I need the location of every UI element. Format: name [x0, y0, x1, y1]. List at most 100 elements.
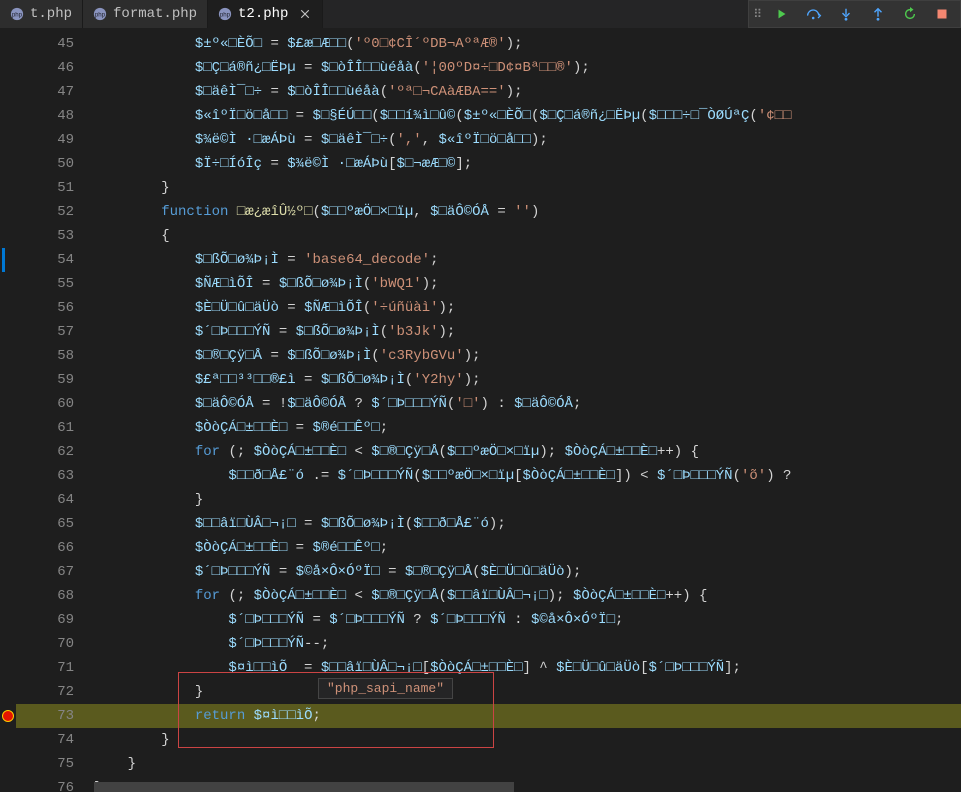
line-number: 61	[16, 416, 88, 440]
token-var: $£ª□□³³□□®£ì	[195, 372, 296, 388]
token-str: '¦00ºD¤÷□D¢¤Bª□□®'	[422, 60, 573, 76]
line-number: 76	[16, 776, 88, 792]
scrollbar-thumb[interactable]	[94, 782, 514, 792]
line-number: 56	[16, 296, 88, 320]
token-kw: for	[195, 444, 220, 460]
step-over-button[interactable]	[800, 3, 828, 25]
code-line[interactable]: }	[88, 680, 961, 704]
code-line[interactable]: $□®□Çÿ□Å = $□ßÕ□ø¾Þ¡Ì('c3RybGVu');	[88, 344, 961, 368]
token-var: $□®□Çÿ□Å	[371, 444, 438, 460]
code-line[interactable]: $□Ç□á®ñ¿□ËÞµ = $□òÎÎ□□ùéåà('¦00ºD¤÷□D¢¤B…	[88, 56, 961, 80]
svg-text:php: php	[12, 12, 23, 19]
token-pun: );	[439, 324, 456, 340]
code-line[interactable]: for (; $ÒòÇÁ□±□□È□ < $□®□Çÿ□Å($□□âï□ÙÂ□¬…	[88, 584, 961, 608]
code-line[interactable]: {	[88, 224, 961, 248]
token-var: $´□Þ□□□ÝÑ	[329, 612, 405, 628]
token-var: $ÒòÇÁ□±□□È□	[195, 540, 287, 556]
token-pun: [	[640, 660, 648, 676]
token-pun: (	[455, 108, 463, 124]
stop-button[interactable]	[928, 3, 956, 25]
token-var: $□®□Çÿ□Å	[371, 588, 438, 604]
line-number: 72	[16, 680, 88, 704]
code-line[interactable]: $ÑÆ□ìÕÎ = $□ßÕ□ø¾Þ¡Ì('bWQ1');	[88, 272, 961, 296]
token-var: $ÒòÇÁ□±□□È□	[573, 588, 665, 604]
code-line[interactable]: $¾ë©Ì ·□æÁÞù = $□äêÌ¯□÷(',', $«îºÏ□ö□å□□…	[88, 128, 961, 152]
code-line[interactable]: $□äÔ©ÓÅ = !$□äÔ©ÓÅ ? $´□Þ□□□ÝÑ('□') : $□…	[88, 392, 961, 416]
line-number: 62	[16, 440, 88, 464]
code-line[interactable]: }	[88, 752, 961, 776]
code-line[interactable]: $«îºÏ□ö□å□□ = $□§ÉÚ□□($□□í¾ì□û©($±º«□ÈÕ□…	[88, 104, 961, 128]
token-pun: (	[439, 444, 447, 460]
code-line[interactable]: $ÒòÇÁ□±□□È□ = $®é□□Êº□;	[88, 416, 961, 440]
code-line[interactable]: $¤ì□□ìÕ = $□□âï□ÙÂ□¬¡□[$ÒòÇÁ□±□□È□] ^ $È…	[88, 656, 961, 680]
token-pun: =	[296, 372, 321, 388]
line-number-gutter: 4546474849505152535455565758596061626364…	[16, 28, 88, 782]
code-line[interactable]: }	[88, 176, 961, 200]
code-line[interactable]: $±º«□ÈÕ□ = $£æ□Æ□□('º0□¢CÎ´ºDB¬AºªÆ®');	[88, 32, 961, 56]
php-file-icon: php	[93, 7, 107, 21]
token-var: $È□Ü□û□äÜò	[556, 660, 640, 676]
step-into-button[interactable]	[832, 3, 860, 25]
token-pun: {	[161, 228, 169, 244]
token-var: $□ßÕ□ø¾Þ¡Ì	[195, 252, 279, 268]
code-line[interactable]: $□ßÕ□ø¾Þ¡Ì = 'base64_decode';	[88, 248, 961, 272]
token-str: ','	[397, 132, 422, 148]
code-line[interactable]: $´□Þ□□□ÝÑ--;	[88, 632, 961, 656]
token-var: $ÒòÇÁ□±□□È□	[430, 660, 522, 676]
token-str: ''	[514, 204, 531, 220]
code-line[interactable]: $È□Ü□û□äÜò = $ÑÆ□ìÕÎ('÷úñüàì');	[88, 296, 961, 320]
tab-format-php[interactable]: php format.php	[83, 0, 208, 28]
line-number: 50	[16, 152, 88, 176]
tab-t-php[interactable]: php t.php	[0, 0, 83, 28]
token-var: $□ßÕ□ø¾Þ¡Ì	[279, 276, 363, 292]
code-line[interactable]: return $¤ì□□ìÕ;	[88, 704, 961, 728]
code-line[interactable]: $´□Þ□□□ÝÑ = $©å×Ô×ÓºÏ□ = $□®□Çÿ□Å($È□Ü□û…	[88, 560, 961, 584]
token-var: $□®□Çÿ□Å	[195, 348, 262, 364]
restart-button[interactable]	[896, 3, 924, 25]
code-editor[interactable]: 4546474849505152535455565758596061626364…	[0, 28, 961, 782]
token-pun: );	[539, 444, 564, 460]
token-pun: ;	[573, 396, 581, 412]
code-line[interactable]: function □æ¿æîÛ½º□($□□ºæÖ□×□ïµ, $□äÔ©ÓÅ …	[88, 200, 961, 224]
code-line[interactable]: $´□Þ□□□ÝÑ = $´□Þ□□□ÝÑ ? $´□Þ□□□ÝÑ : $©å×…	[88, 608, 961, 632]
code-line[interactable]: $´□Þ□□□ÝÑ = $□ßÕ□ø¾Þ¡Ì('b3Jk');	[88, 320, 961, 344]
code-area[interactable]: "php_sapi_name" $±º«□ÈÕ□ = $£æ□Æ□□('º0□¢…	[88, 28, 961, 782]
token-var: $´□Þ□□□ÝÑ	[195, 324, 271, 340]
code-line[interactable]: $□□âï□ÙÂ□¬¡□ = $□ßÕ□ø¾Þ¡Ì($□□ð□Å£¨ó);	[88, 512, 961, 536]
token-pun: ++) {	[665, 588, 707, 604]
token-pun: );	[531, 132, 548, 148]
token-var: $□Ç□á®ñ¿□ËÞµ	[195, 60, 296, 76]
code-line[interactable]: $ÒòÇÁ□±□□È□ = $®é□□Êº□;	[88, 536, 961, 560]
code-line[interactable]: $Ï÷□ÍóÎç = $¾ë©Ì ·□æÁÞù[$□¬æÆ□©];	[88, 152, 961, 176]
horizontal-scrollbar[interactable]	[88, 782, 961, 792]
code-line[interactable]: }	[88, 488, 961, 512]
code-line[interactable]: $£ª□□³³□□®£ì = $□ßÕ□ø¾Þ¡Ì('Y2hy');	[88, 368, 961, 392]
code-line[interactable]: $□äêÌ¯□÷ = $□òÎÎ□□ùéåà('ºª□¬CAàÆBA==');	[88, 80, 961, 104]
token-pun: =	[287, 420, 312, 436]
close-icon[interactable]	[298, 7, 312, 21]
tab-t2-php[interactable]: php t2.php	[208, 0, 323, 28]
continue-button[interactable]	[768, 3, 796, 25]
php-file-icon: php	[218, 7, 232, 21]
token-var: $□□ºæÖ□×□ïµ	[447, 444, 539, 460]
drag-grip-icon[interactable]: ⠿	[753, 7, 764, 22]
token-pun: ;	[380, 420, 388, 436]
token-str: 'base64_decode'	[304, 252, 430, 268]
token-var: $Ï÷□ÍóÎç	[195, 156, 262, 172]
token-var: $«îºÏ□ö□å□□	[195, 108, 287, 124]
token-str: '□'	[455, 396, 480, 412]
token-pun: =	[270, 564, 295, 580]
line-number: 53	[16, 224, 88, 248]
code-line[interactable]: }	[88, 728, 961, 752]
breakpoint-icon[interactable]	[2, 710, 14, 722]
step-out-button[interactable]	[864, 3, 892, 25]
code-line[interactable]: for (; $ÒòÇÁ□±□□È□ < $□®□Çÿ□Å($□□ºæÖ□×□ï…	[88, 440, 961, 464]
token-var: $´□Þ□□□ÝÑ	[430, 612, 506, 628]
token-var: $ÒòÇÁ□±□□È□	[254, 444, 346, 460]
token-var: $«îºÏ□ö□å□□	[439, 132, 531, 148]
token-pun: =	[254, 276, 279, 292]
code-line[interactable]: $□□ð□Å£¨ó .= $´□Þ□□□ÝÑ($□□ºæÖ□×□ïµ[$ÒòÇÁ…	[88, 464, 961, 488]
token-pun: (	[439, 588, 447, 604]
token-var: $□äÔ©ÓÅ	[430, 204, 489, 220]
token-pun: (;	[220, 444, 254, 460]
